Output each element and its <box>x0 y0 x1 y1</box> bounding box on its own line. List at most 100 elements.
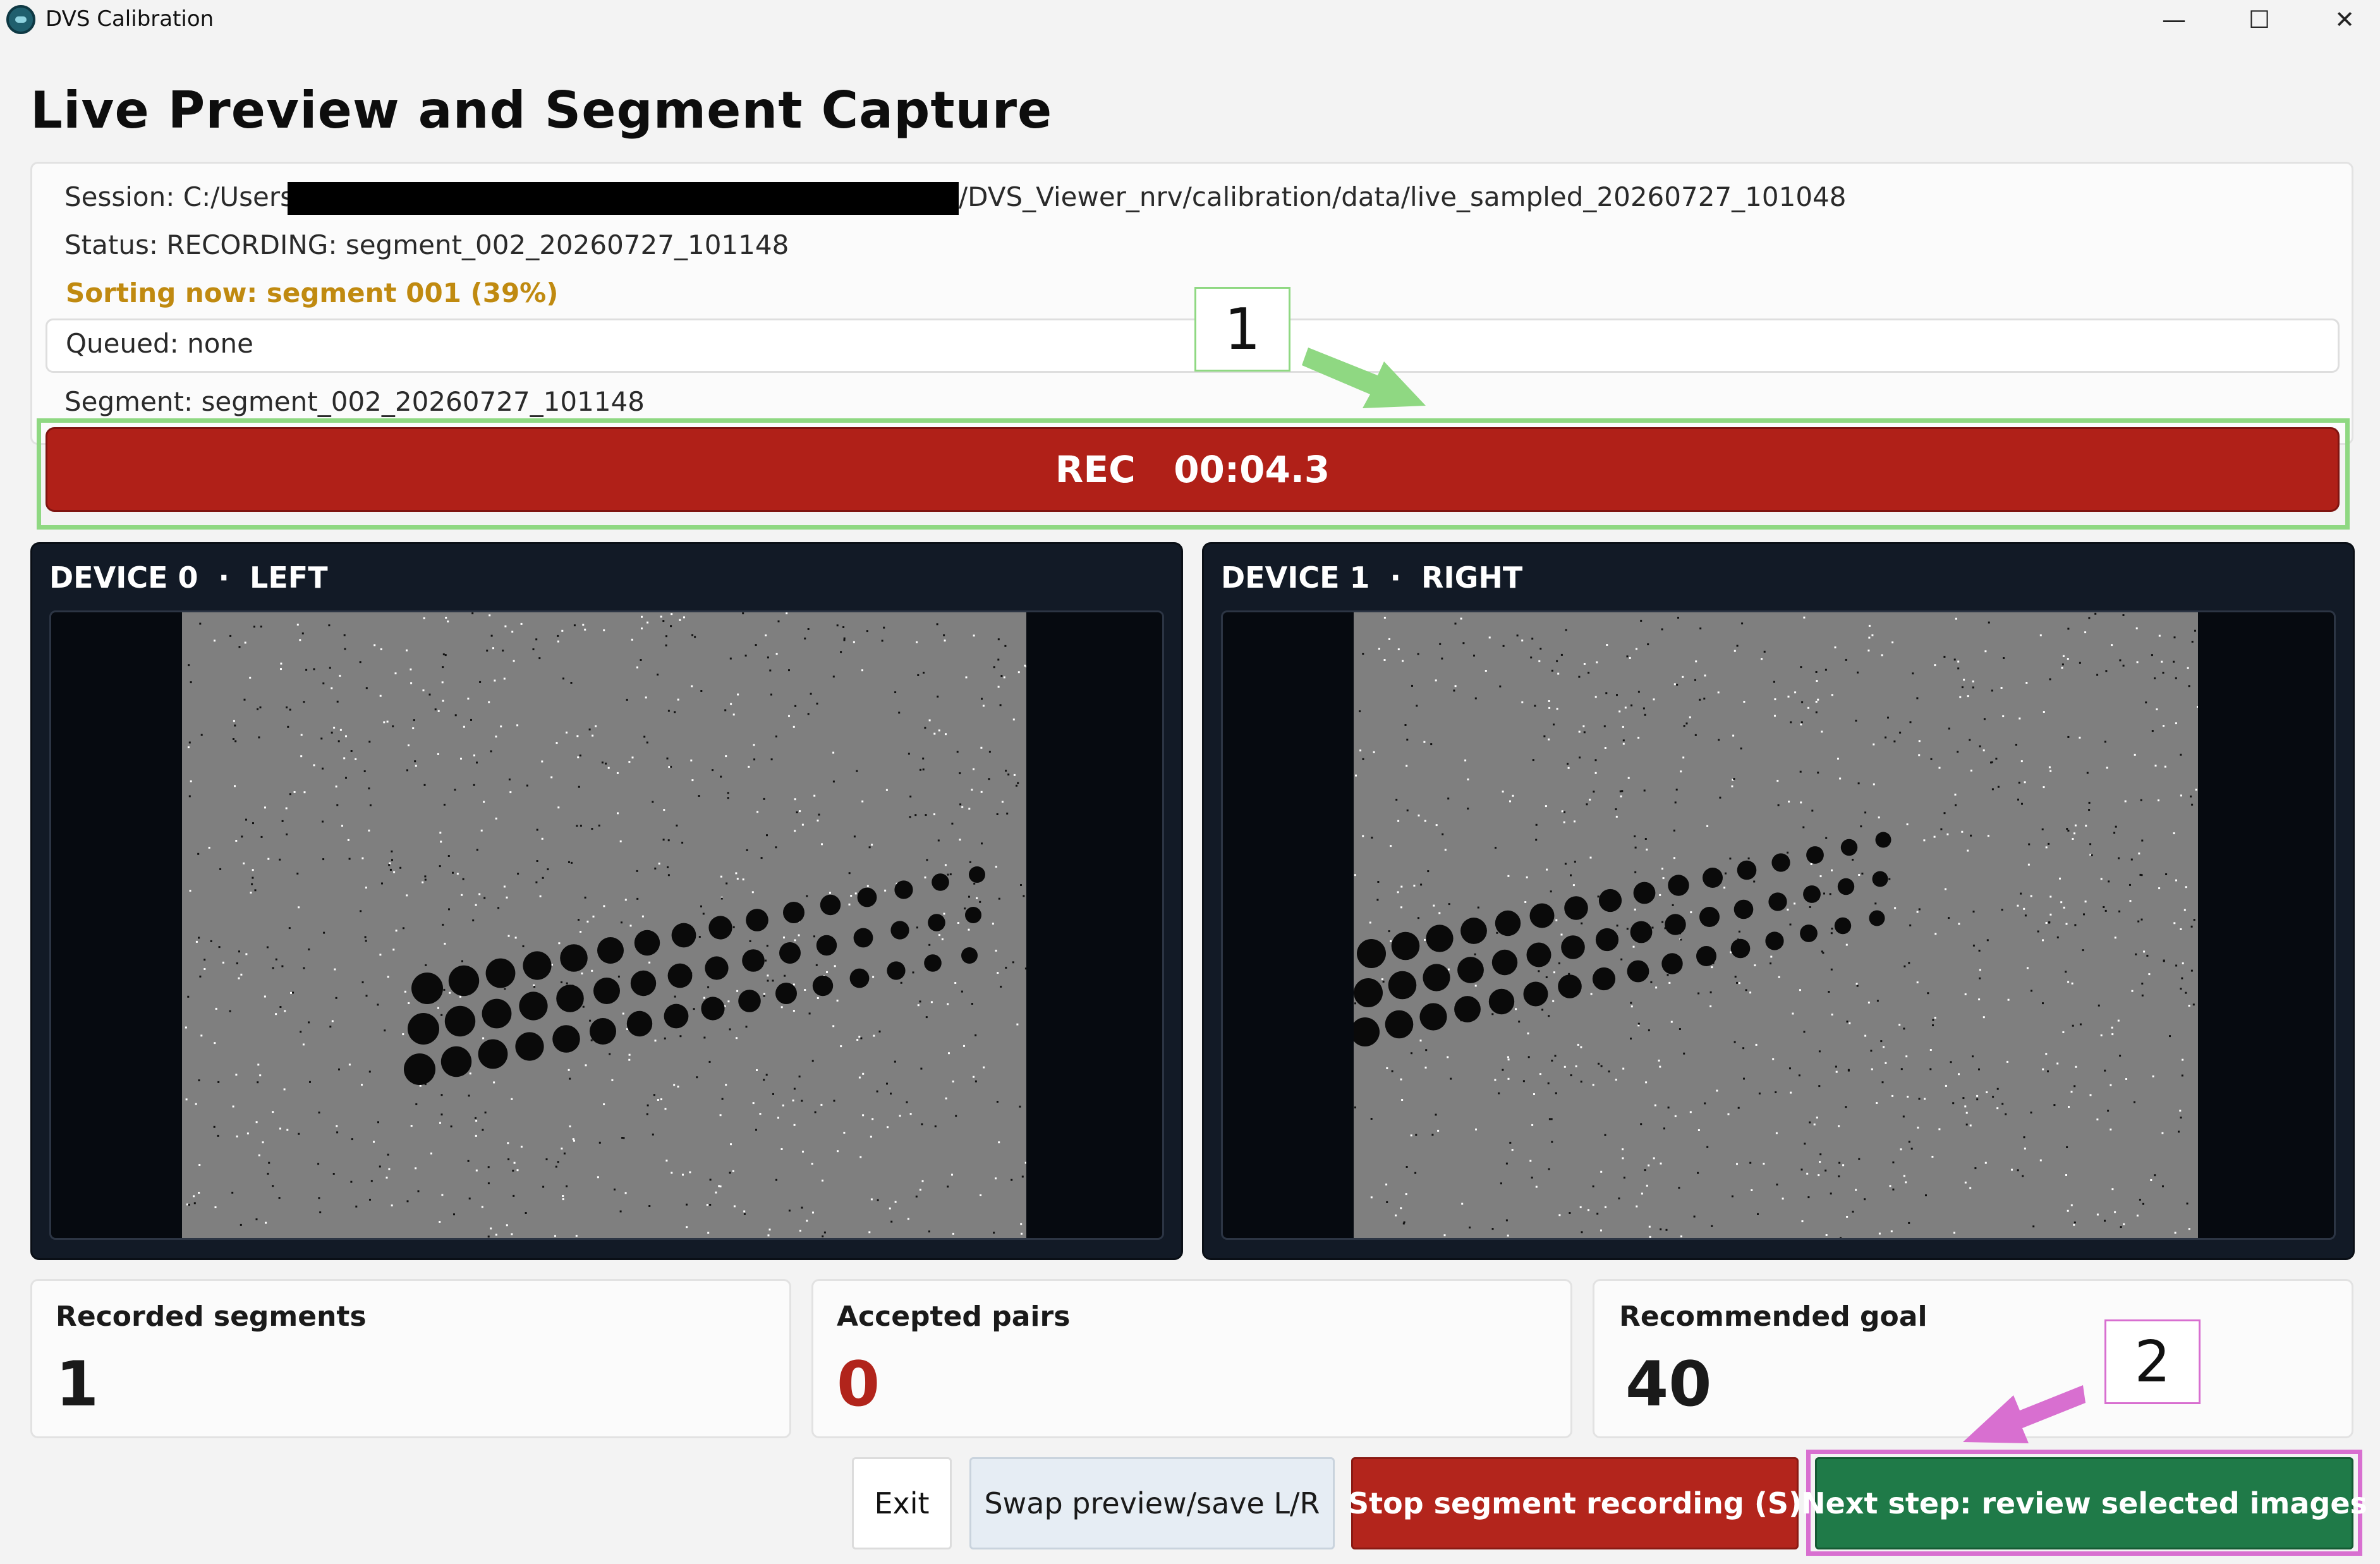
event-noise-dot <box>2060 901 2063 904</box>
exit-button[interactable]: Exit <box>852 1457 952 1549</box>
swap-preview-button[interactable]: Swap preview/save L/R <box>969 1457 1335 1549</box>
event-noise-dot <box>240 973 243 976</box>
event-noise-dot <box>2042 1002 2044 1005</box>
event-noise-dot <box>937 695 939 698</box>
event-noise-dot <box>1355 774 1357 777</box>
calibration-dot <box>1558 974 1582 998</box>
event-noise-dot <box>1019 1105 1021 1108</box>
event-noise-dot <box>234 740 237 743</box>
close-button[interactable]: ✕ <box>2304 0 2380 39</box>
event-noise-dot <box>214 1206 217 1208</box>
event-noise-dot <box>348 858 351 860</box>
event-noise-dot <box>1943 655 1946 658</box>
event-noise-dot <box>766 834 768 837</box>
event-noise-dot <box>1616 924 1618 927</box>
event-noise-dot <box>238 950 240 953</box>
event-noise-dot <box>361 1084 363 1086</box>
event-noise-dot <box>296 623 299 626</box>
event-noise-dot <box>698 795 700 797</box>
event-noise-dot <box>1880 1040 1883 1043</box>
minimize-button[interactable]: — <box>2133 0 2215 39</box>
event-noise-dot <box>622 1137 625 1139</box>
calibration-dot <box>1495 910 1521 937</box>
stop-recording-button[interactable]: Stop segment recording (S) <box>1348 1457 1802 1549</box>
event-noise-dot <box>943 912 945 915</box>
event-noise-dot <box>2164 765 2166 768</box>
event-noise-dot <box>1558 1214 1561 1216</box>
event-noise-dot <box>562 1198 564 1201</box>
event-noise-dot <box>1978 998 1981 1000</box>
event-noise-dot <box>1420 883 1423 886</box>
event-noise-dot <box>1932 1024 1934 1026</box>
event-noise-dot <box>1840 1237 1842 1238</box>
event-noise-dot <box>603 629 605 631</box>
event-noise-dot <box>417 1190 420 1192</box>
event-noise-dot <box>808 1012 811 1015</box>
event-noise-dot <box>917 674 920 676</box>
event-noise-dot <box>1974 1167 1977 1170</box>
event-noise-dot <box>2162 1185 2164 1187</box>
calibration-dot <box>1875 832 1891 848</box>
event-noise-dot <box>278 1197 281 1199</box>
event-noise-dot <box>267 858 270 860</box>
event-noise-dot <box>748 765 750 768</box>
event-noise-dot <box>2084 900 2087 903</box>
event-noise-dot <box>1809 1121 1811 1124</box>
calibration-dot <box>849 968 870 988</box>
event-noise-dot <box>674 995 676 998</box>
event-noise-dot <box>1991 689 1993 692</box>
event-noise-dot <box>726 882 728 885</box>
event-noise-dot <box>700 690 703 692</box>
event-noise-dot <box>1800 801 1802 804</box>
event-noise-dot <box>1646 1184 1648 1187</box>
event-noise-dot <box>1807 706 1809 709</box>
event-noise-dot <box>1557 672 1560 675</box>
event-noise-dot <box>511 1098 513 1100</box>
event-noise-dot <box>1972 944 1975 947</box>
event-noise-dot <box>1590 993 1593 995</box>
event-noise-dot <box>442 700 444 702</box>
event-noise-dot <box>870 1198 873 1201</box>
event-noise-dot <box>877 1199 879 1201</box>
event-noise-dot <box>188 664 190 667</box>
event-noise-dot <box>185 1026 187 1029</box>
event-noise-dot <box>188 795 191 797</box>
event-noise-dot <box>1560 653 1563 656</box>
event-noise-dot <box>1923 839 1926 842</box>
event-noise-dot <box>517 873 519 875</box>
maximize-button[interactable]: ☐ <box>2218 0 2300 39</box>
event-noise-dot <box>674 711 676 713</box>
event-noise-dot <box>919 1000 921 1003</box>
event-noise-dot <box>1927 992 1929 995</box>
event-noise-dot <box>198 937 200 939</box>
event-noise-dot <box>1831 869 1833 871</box>
event-noise-dot <box>1660 1228 1662 1230</box>
event-noise-dot <box>2175 677 2177 679</box>
calibration-dot <box>1523 981 1548 1007</box>
event-noise-dot <box>654 1040 657 1042</box>
event-noise-dot <box>1813 1123 1816 1125</box>
event-noise-dot <box>997 972 999 974</box>
event-noise-dot <box>1732 734 1735 737</box>
event-noise-dot <box>533 986 536 988</box>
event-noise-dot <box>1983 718 1986 720</box>
event-noise-dot <box>236 1135 238 1137</box>
event-noise-dot <box>1815 711 1818 713</box>
event-noise-dot <box>843 637 846 640</box>
calibration-dot <box>404 1053 435 1085</box>
event-noise-dot <box>1594 772 1597 774</box>
event-noise-dot <box>1751 1189 1753 1191</box>
calibration-dot <box>705 956 729 980</box>
event-noise-dot <box>447 855 450 857</box>
event-noise-dot <box>450 1125 452 1128</box>
event-noise-dot <box>1673 683 1676 686</box>
event-noise-dot <box>2134 753 2136 756</box>
event-noise-dot <box>2067 658 2069 660</box>
event-noise-dot <box>648 1205 651 1207</box>
event-noise-dot <box>1467 808 1469 810</box>
event-noise-dot <box>924 727 926 729</box>
next-step-button[interactable]: Next step: review selected images <box>1801 1457 2367 1549</box>
event-noise-dot <box>300 734 303 736</box>
calibration-dot <box>1526 942 1551 967</box>
event-noise-dot <box>1775 1091 1777 1093</box>
